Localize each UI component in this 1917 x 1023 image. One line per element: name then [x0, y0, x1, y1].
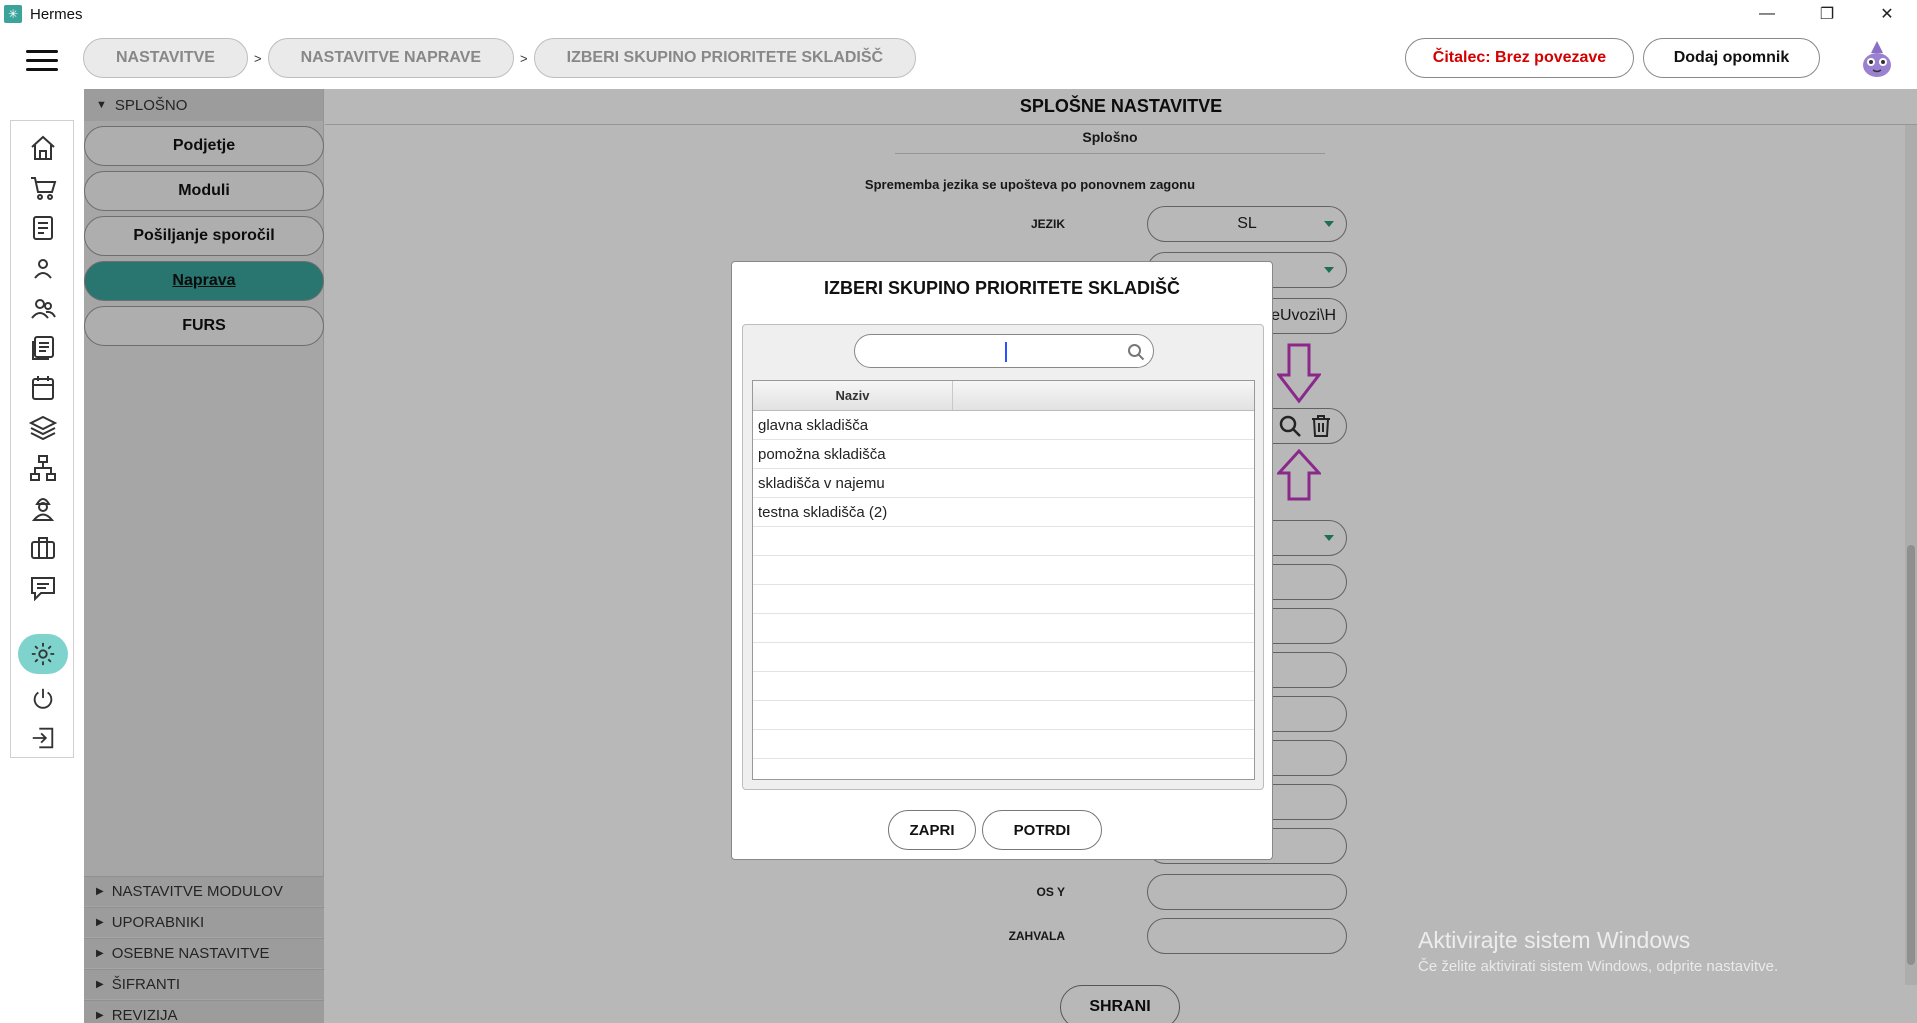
dialog-body: Naziv glavna skladišča pomožna skladišča… [742, 324, 1264, 790]
breadcrumb: NASTAVITVE > NASTAVITVE NAPRAVE > IZBERI… [83, 38, 917, 78]
reader-status-button[interactable]: Čitalec: Brez povezave [1405, 38, 1634, 78]
select-warehouse-group-dialog: IZBERI SKUPINO PRIORITETE SKLADIŠČ Naziv… [731, 261, 1273, 860]
home-icon[interactable] [26, 131, 60, 165]
empty-row [753, 527, 1254, 556]
empty-row [753, 701, 1254, 730]
empty-row [753, 614, 1254, 643]
settings-icon[interactable] [18, 634, 68, 674]
logout-icon[interactable] [26, 721, 60, 755]
briefcase-icon[interactable] [26, 531, 60, 565]
empty-row [753, 585, 1254, 614]
top-header: NASTAVITVE > NASTAVITVE NAPRAVE > IZBERI… [0, 28, 1917, 90]
network-icon[interactable] [26, 451, 60, 485]
dialog-title: IZBERI SKUPINO PRIORITETE SKLADIŠČ [823, 278, 1181, 298]
empty-row [753, 730, 1254, 759]
window-title: Hermes [30, 5, 83, 23]
activation-watermark: Aktivirajte sistem Windows [1418, 927, 1691, 953]
activation-watermark-detail: Če želite aktivirati sistem Windows, odp… [1418, 958, 1779, 975]
empty-row [753, 643, 1254, 672]
empty-row [753, 556, 1254, 585]
menu-icon[interactable] [26, 50, 58, 72]
confirm-button[interactable]: POTRDI [982, 810, 1102, 850]
table-row[interactable]: skladišča v najemu [753, 469, 1254, 498]
warehouse-group-table: Naziv glavna skladišča pomožna skladišča… [752, 380, 1255, 780]
layers-icon[interactable] [26, 411, 60, 445]
empty-row [753, 759, 1254, 779]
table-row[interactable]: glavna skladišča [753, 411, 1254, 440]
breadcrumb-separator: > [520, 50, 528, 66]
breadcrumb-item[interactable]: NASTAVITVE NAPRAVE [267, 38, 515, 78]
message-icon[interactable] [26, 571, 60, 605]
calendar-icon[interactable] [26, 371, 60, 405]
table-row[interactable]: pomožna skladišča [753, 440, 1254, 469]
user-icon[interactable] [26, 251, 60, 285]
worker-icon[interactable] [26, 491, 60, 525]
breadcrumb-separator: > [253, 50, 262, 66]
avatar[interactable] [1858, 39, 1896, 79]
column-header-naziv[interactable]: Naziv [753, 381, 953, 410]
cart-icon[interactable] [26, 171, 60, 205]
text-cursor [1005, 342, 1007, 362]
power-icon[interactable] [26, 682, 60, 716]
list-icon[interactable] [26, 331, 60, 365]
minimize-icon[interactable]: — [1737, 0, 1797, 28]
close-icon[interactable]: ✕ [1857, 0, 1917, 28]
close-button[interactable]: ZAPRI [888, 810, 976, 850]
restore-icon[interactable]: ❐ [1797, 0, 1857, 28]
users-icon[interactable] [26, 291, 60, 325]
window-titlebar: ✳ Hermes — ❐ ✕ [0, 0, 1917, 28]
table-header: Naziv [753, 381, 1254, 411]
empty-row [753, 672, 1254, 701]
breadcrumb-item[interactable]: IZBERI SKUPINO PRIORITETE SKLADIŠČ [533, 38, 917, 78]
breadcrumb-item[interactable]: NASTAVITVE [83, 38, 248, 78]
icon-rail [10, 120, 74, 758]
search-icon[interactable] [1127, 343, 1145, 361]
document-icon[interactable] [26, 211, 60, 245]
app-logo-icon: ✳ [4, 5, 22, 23]
add-reminder-button[interactable]: Dodaj opomnik [1643, 38, 1820, 78]
search-input[interactable] [854, 334, 1154, 368]
table-row[interactable]: testna skladišča (2) [753, 498, 1254, 527]
